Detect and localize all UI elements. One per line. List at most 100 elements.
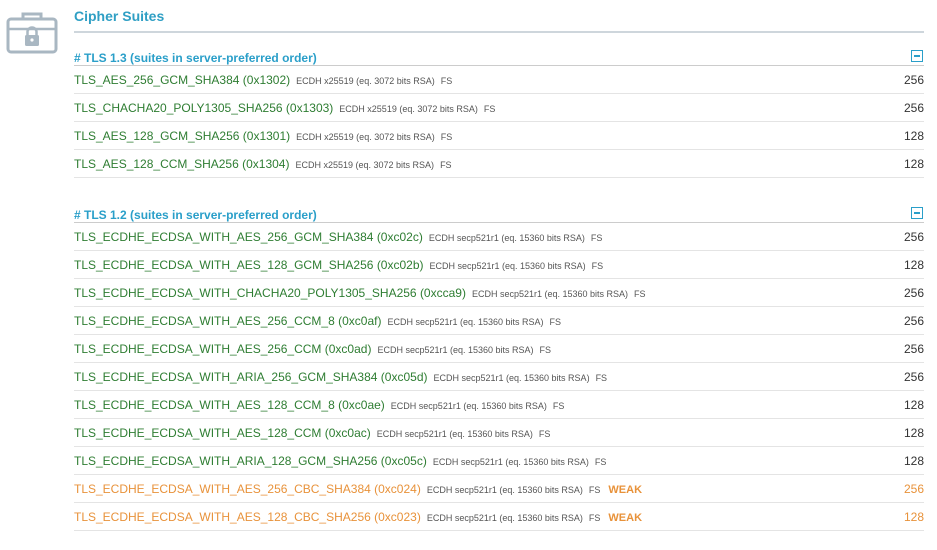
key-bits: 128 [903,510,924,524]
suite-name: TLS_ECDHE_ECDSA_WITH_AES_256_CCM_8 (0xc0… [74,314,381,328]
suite-row: TLS_AES_128_GCM_SHA256 (0x1301) ECDH x255… [74,122,924,150]
suite-code: (0x1302) [242,73,291,87]
key-bits: 256 [903,286,924,300]
key-bits: 128 [903,426,924,440]
forward-secrecy-badge: FS [538,429,551,439]
key-exchange: ECDH secp521r1 (eq. 15360 bits RSA) [426,485,583,495]
suite-name-text: TLS_ECDHE_ECDSA_WITH_ARIA_256_GCM_SHA384 [74,370,378,384]
key-bits: 256 [903,370,924,384]
key-bits: 128 [903,129,924,143]
suite-groups: # TLS 1.3 (suites in server-preferred or… [74,33,924,531]
suite-code: (0xc023) [374,510,421,524]
suite-name-text: TLS_AES_128_GCM_SHA256 [74,129,240,143]
suite-code: (0xc0ad) [324,342,372,356]
suite-name: TLS_ECDHE_ECDSA_WITH_AES_128_CBC_SHA256 … [74,510,421,524]
forward-secrecy-badge: FS [552,401,565,411]
key-exchange: ECDH secp521r1 (eq. 15360 bits RSA) [426,513,583,523]
suite-row: TLS_ECDHE_ECDSA_WITH_AES_128_GCM_SHA256 … [74,251,924,279]
suite-row: TLS_ECDHE_ECDSA_WITH_AES_256_CCM (0xc0ad… [74,335,924,363]
suite-name-text: TLS_ECDHE_ECDSA_WITH_AES_128_GCM_SHA256 [74,258,374,272]
suite-code: (0xc0ae) [338,398,385,412]
suite-row: TLS_ECDHE_ECDSA_WITH_AES_128_CCM_8 (0xc0… [74,391,924,419]
group-title: # TLS 1.3 (suites in server-preferred or… [74,51,317,65]
forward-secrecy-badge: FS [594,457,607,467]
suite-row: TLS_ECDHE_ECDSA_WITH_ARIA_256_GCM_SHA384… [74,363,924,391]
cipher-suites-section: Cipher Suites # TLS 1.3 (suites in serve… [74,0,924,531]
suite-code: (0xc0ac) [324,426,371,440]
key-exchange: ECDH secp521r1 (eq. 15360 bits RSA) [376,429,533,439]
suite-row: TLS_AES_256_GCM_SHA384 (0x1302) ECDH x255… [74,66,924,94]
suite-row: TLS_ECDHE_ECDSA_WITH_AES_256_CCM_8 (0xc0… [74,307,924,335]
key-bits: 128 [903,398,924,412]
suite-code: (0xc02c) [376,230,423,244]
suite-code: (0xcca9) [419,286,466,300]
suite-code: (0x1301) [242,129,291,143]
key-bits: 256 [903,230,924,244]
key-bits: 256 [903,342,924,356]
key-exchange: ECDH secp521r1 (eq. 15360 bits RSA) [390,401,547,411]
suite-row: TLS_CHACHA20_POLY1305_SHA256 (0x1303) ECD… [74,94,924,122]
group-header-1: # TLS 1.2 (suites in server-preferred or… [74,190,924,223]
group-header-0: # TLS 1.3 (suites in server-preferred or… [74,33,924,66]
suite-name: TLS_ECDHE_ECDSA_WITH_ARIA_128_GCM_SHA256… [74,454,427,468]
key-exchange: ECDH secp521r1 (eq. 15360 bits RSA) [433,373,590,383]
suite-code: (0x1304) [242,157,290,171]
suite-name-text: TLS_ECDHE_ECDSA_WITH_CHACHA20_POLY1305_S… [74,286,417,300]
weak-badge: WEAK [608,512,643,524]
group-title: # TLS 1.2 (suites in server-preferred or… [74,208,317,222]
suite-name: TLS_ECDHE_ECDSA_WITH_ARIA_256_GCM_SHA384… [74,370,427,384]
suite-code: (0xc02b) [376,258,424,272]
suite-name: TLS_ECDHE_ECDSA_WITH_AES_128_CCM (0xc0ac… [74,426,371,440]
suite-name-text: TLS_AES_256_GCM_SHA384 [74,73,240,87]
key-bits: 256 [903,73,924,87]
suite-name-text: TLS_ECDHE_ECDSA_WITH_AES_128_CBC_SHA256 [74,510,371,524]
suite-name-text: TLS_ECDHE_ECDSA_WITH_AES_256_CCM [74,342,322,356]
forward-secrecy-badge: FS [634,289,646,299]
forward-secrecy-badge: FS [440,76,453,86]
suite-name-text: TLS_CHACHA20_POLY1305_SHA256 [74,101,283,115]
collapse-icon[interactable] [911,50,923,62]
forward-secrecy-badge: FS [440,160,452,170]
forward-secrecy-badge: FS [539,345,552,355]
forward-secrecy-badge: FS [440,132,453,142]
suite-name: TLS_AES_128_GCM_SHA256 (0x1301) [74,129,290,143]
forward-secrecy-badge: FS [590,233,603,243]
forward-secrecy-badge: FS [483,104,496,114]
suite-name: TLS_ECDHE_ECDSA_WITH_AES_256_CBC_SHA384 … [74,482,421,496]
suite-name: TLS_ECDHE_ECDSA_WITH_CHACHA20_POLY1305_S… [74,286,466,300]
key-exchange: ECDH x25519 (eq. 3072 bits RSA) [295,160,435,170]
suite-row: TLS_ECDHE_ECDSA_WITH_AES_128_CBC_SHA256 … [74,503,924,531]
suite-name-text: TLS_AES_128_CCM_SHA256 [74,157,239,171]
forward-secrecy-badge: FS [588,513,601,523]
suite-row: TLS_ECDHE_ECDSA_WITH_ARIA_128_GCM_SHA256… [74,447,924,475]
key-exchange: ECDH x25519 (eq. 3072 bits RSA) [296,76,435,86]
key-exchange: ECDH secp521r1 (eq. 15360 bits RSA) [471,289,629,299]
suite-name-text: TLS_ECDHE_ECDSA_WITH_AES_256_CBC_SHA384 [74,482,371,496]
suite-code: (0x1303) [285,101,334,115]
suite-code: (0xc024) [374,482,421,496]
suite-name-text: TLS_ECDHE_ECDSA_WITH_ARIA_128_GCM_SHA256 [74,454,378,468]
forward-secrecy-badge: FS [591,261,604,271]
suite-row: TLS_ECDHE_ECDSA_WITH_AES_128_CCM (0xc0ac… [74,419,924,447]
suite-code: (0xc05d) [380,370,428,384]
suite-row: TLS_ECDHE_ECDSA_WITH_AES_256_GCM_SHA384 … [74,223,924,251]
collapse-icon[interactable] [911,207,923,219]
forward-secrecy-badge: FS [549,317,562,327]
key-bits: 128 [903,258,924,272]
forward-secrecy-badge: FS [595,373,608,383]
suite-name: TLS_ECDHE_ECDSA_WITH_AES_128_GCM_SHA256 … [74,258,424,272]
key-bits: 256 [903,101,924,115]
key-exchange: ECDH secp521r1 (eq. 15360 bits RSA) [387,317,544,327]
weak-badge: WEAK [608,484,643,496]
suite-name: TLS_AES_128_CCM_SHA256 (0x1304) [74,157,289,171]
key-exchange: ECDH secp521r1 (eq. 15360 bits RSA) [432,457,589,467]
key-exchange: ECDH secp521r1 (eq. 15360 bits RSA) [429,261,586,271]
suite-row: TLS_AES_128_CCM_SHA256 (0x1304) ECDH x255… [74,150,924,178]
suite-name-text: TLS_ECDHE_ECDSA_WITH_AES_256_GCM_SHA384 [74,230,374,244]
suite-name-text: TLS_ECDHE_ECDSA_WITH_AES_128_CCM [74,426,322,440]
key-exchange: ECDH secp521r1 (eq. 15360 bits RSA) [428,233,585,243]
key-exchange: ECDH x25519 (eq. 3072 bits RSA) [296,132,435,142]
key-exchange: ECDH x25519 (eq. 3072 bits RSA) [339,104,478,114]
suite-code: (0xc0af) [338,314,382,328]
key-bits: 128 [903,454,924,468]
